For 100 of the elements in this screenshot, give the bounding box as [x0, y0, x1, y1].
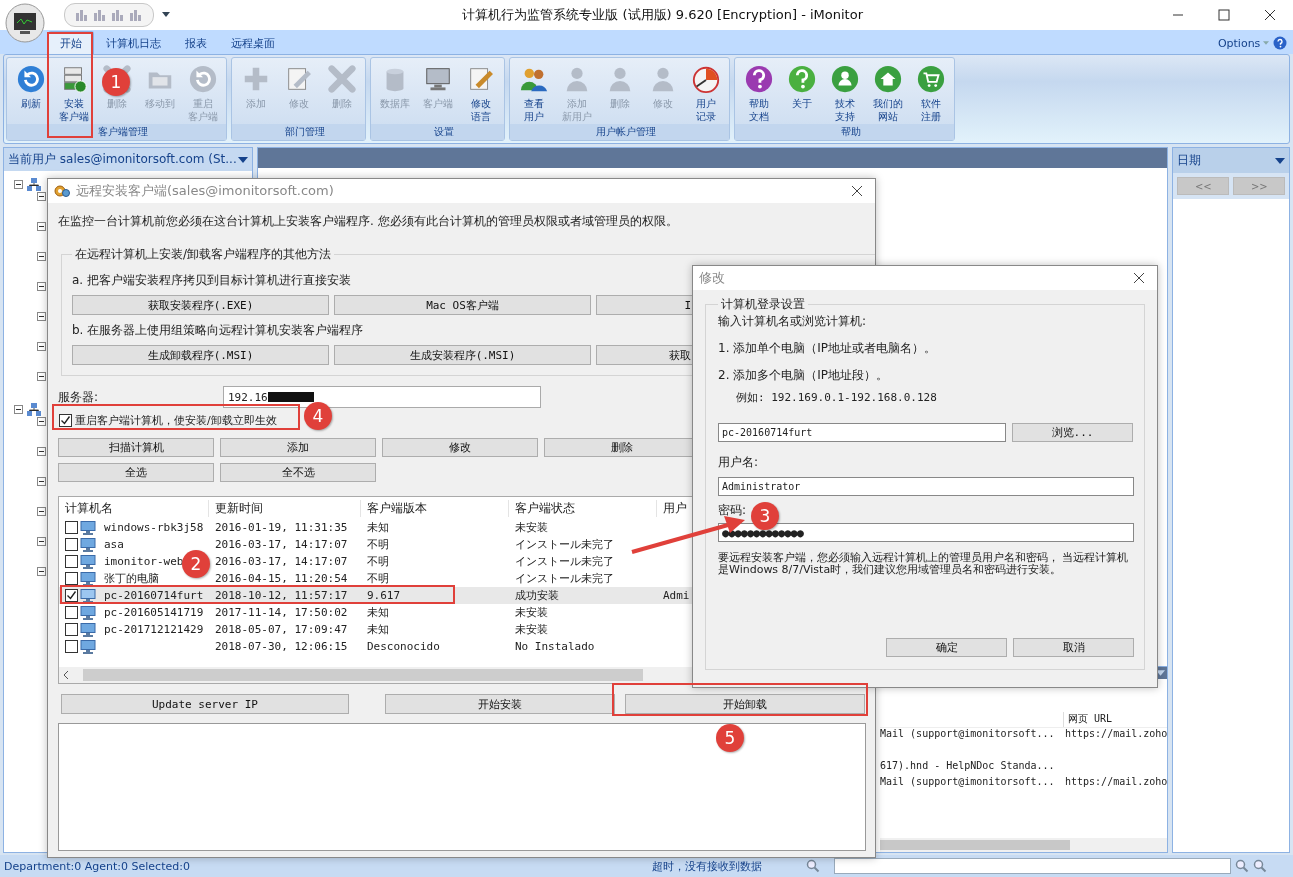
network-icon — [27, 402, 41, 417]
dialog-button[interactable]: 生成卸载程序(.MSI) — [72, 345, 329, 365]
password-field[interactable]: ●●●●●●●●●●●●● — [718, 523, 1134, 542]
dialog-button[interactable]: 全选 — [58, 463, 214, 482]
column-header[interactable]: 网页 URL — [1063, 712, 1168, 727]
ribbon-tab[interactable]: 远程桌面 — [219, 31, 287, 54]
checkbox[interactable] — [65, 640, 78, 653]
dialog-button[interactable]: 开始安装 — [384, 694, 615, 714]
collapse-icon[interactable] — [37, 312, 46, 321]
username-field[interactable]: Administrator — [718, 477, 1134, 496]
dialog-button[interactable]: Update server IP — [61, 694, 349, 714]
dialog-button[interactable]: 生成安装程序(.MSI) — [334, 345, 591, 365]
collapse-icon[interactable] — [37, 417, 46, 426]
dial-icon — [690, 64, 721, 94]
dialog-button[interactable]: 扫描计算机 — [58, 438, 214, 457]
zoom-out-icon[interactable] — [1253, 859, 1267, 873]
collapse-icon[interactable] — [37, 507, 46, 516]
checkbox[interactable] — [65, 521, 78, 534]
column-header[interactable]: 计算机名 — [59, 499, 209, 517]
log-box[interactable] — [58, 723, 866, 851]
collapse-icon[interactable] — [37, 342, 46, 351]
ribbon-button[interactable]: 安装客户端 — [52, 64, 95, 124]
dialog-button[interactable]: 修改 — [382, 438, 538, 457]
ribbon-button[interactable]: 技术支持 — [823, 64, 866, 124]
close-icon[interactable] — [1133, 272, 1145, 284]
caret-icon[interactable] — [162, 12, 170, 18]
options-menu[interactable]: Options — [1217, 36, 1270, 50]
computer-field[interactable]: pc-20160714furt — [718, 423, 1006, 442]
collapse-icon[interactable] — [14, 405, 23, 414]
column-header[interactable]: 客户端版本 — [361, 499, 509, 517]
table-cell-text: 未安装 — [514, 605, 549, 620]
ribbon-button[interactable]: 用户记录 — [684, 64, 727, 124]
table-cell-text: 2018-10-12, 11:57:17 — [214, 589, 349, 602]
dialog-button[interactable]: 确定 — [886, 638, 1007, 657]
group-title: 计算机登录设置 — [720, 296, 806, 313]
search-icon[interactable] — [806, 859, 820, 873]
collapse-icon[interactable] — [37, 447, 46, 456]
ribbon-button[interactable]: 修改语言 — [459, 64, 502, 124]
scrollbar[interactable] — [880, 838, 1168, 852]
collapse-icon[interactable] — [37, 537, 46, 546]
collapse-icon[interactable] — [14, 180, 23, 189]
collapse-icon[interactable] — [37, 567, 46, 576]
checkbox[interactable] — [65, 555, 78, 568]
dialog-button[interactable]: 添加 — [220, 438, 376, 457]
table-cell-text: pc-201712121429 — [103, 623, 204, 636]
field-label: 密码: — [718, 502, 747, 519]
table-cell-text: 成功安装 — [514, 588, 560, 603]
checkbox[interactable] — [65, 606, 78, 619]
gear-icon — [54, 183, 70, 199]
current-user-header[interactable]: 当前用户 sales@imonitorsoft.com (St... — [4, 148, 252, 171]
dialog-button[interactable]: 全不选 — [220, 463, 376, 482]
checkbox[interactable] — [65, 589, 78, 602]
ribbon-button[interactable]: 软件注册 — [909, 64, 952, 124]
table-cell-text: pc-201605141719 — [103, 606, 204, 619]
ribbon-tab[interactable]: 报表 — [173, 31, 219, 54]
ribbon-tab[interactable]: 计算机日志 — [94, 31, 173, 54]
cross-icon — [326, 64, 357, 94]
column-header[interactable]: 更新时间 — [209, 499, 361, 517]
ribbon-button[interactable]: 查看用户 — [512, 64, 555, 124]
checkbox[interactable] — [65, 538, 78, 551]
ribbon-button[interactable]: 关于 — [780, 64, 823, 124]
ribbon-button[interactable]: 我们的网站 — [866, 64, 909, 124]
caret-icon — [238, 156, 248, 163]
group-label: 设置 — [371, 124, 504, 140]
collapse-icon[interactable] — [37, 252, 46, 261]
close-icon[interactable] — [851, 185, 863, 197]
date-panel-header[interactable]: 日期 — [1173, 148, 1290, 173]
home-icon — [872, 64, 903, 94]
table-cell-text: https://mail.zoho — [1065, 728, 1168, 741]
collapse-icon[interactable] — [37, 222, 46, 231]
zoom-in-icon[interactable] — [1235, 859, 1249, 873]
server-field[interactable]: 192.16 — [223, 386, 541, 408]
checkbox[interactable] — [65, 623, 78, 636]
table-cell-text: 未知 — [366, 520, 390, 535]
help-icon[interactable] — [1273, 36, 1288, 50]
table-cell-text: 未知 — [366, 605, 390, 620]
prompt-text: 输入计算机名或浏览计算机: — [718, 313, 868, 330]
search-field[interactable] — [834, 858, 1231, 874]
column-header[interactable]: 客户端状态 — [509, 499, 657, 517]
checkbox[interactable] — [59, 414, 72, 427]
browse-button[interactable]: 浏览... — [1012, 423, 1133, 442]
scroll-left-icon[interactable] — [63, 671, 69, 679]
group-title: 在远程计算机上安装/卸载客户端程序的其他方法 — [74, 246, 333, 263]
dialog-button[interactable]: 取消 — [1013, 638, 1134, 657]
collapse-icon[interactable] — [37, 372, 46, 381]
collapse-icon[interactable] — [37, 192, 46, 201]
ribbon-button[interactable]: 刷新 — [9, 64, 52, 124]
table-cell-text: Mail (support@imonitorsoft... — [880, 776, 1056, 789]
table-cell-text: 617).hnd - HelpNDoc Standa... — [880, 760, 1056, 773]
ribbon-button[interactable]: 帮助文档 — [737, 64, 780, 124]
table-cell-text: インストール未完了 — [514, 571, 615, 586]
dialog-button[interactable]: Mac OS客户端 — [334, 295, 591, 315]
checkbox[interactable] — [65, 572, 78, 585]
computer-icon — [80, 520, 96, 535]
collapse-icon[interactable] — [37, 282, 46, 291]
dialog-button[interactable]: 获取安装程序(.EXE) — [72, 295, 329, 315]
dialog-button[interactable]: 开始卸载 — [624, 694, 865, 714]
computer-icon — [80, 537, 96, 552]
table-cell-text: 不明 — [366, 537, 390, 552]
collapse-icon[interactable] — [37, 477, 46, 486]
